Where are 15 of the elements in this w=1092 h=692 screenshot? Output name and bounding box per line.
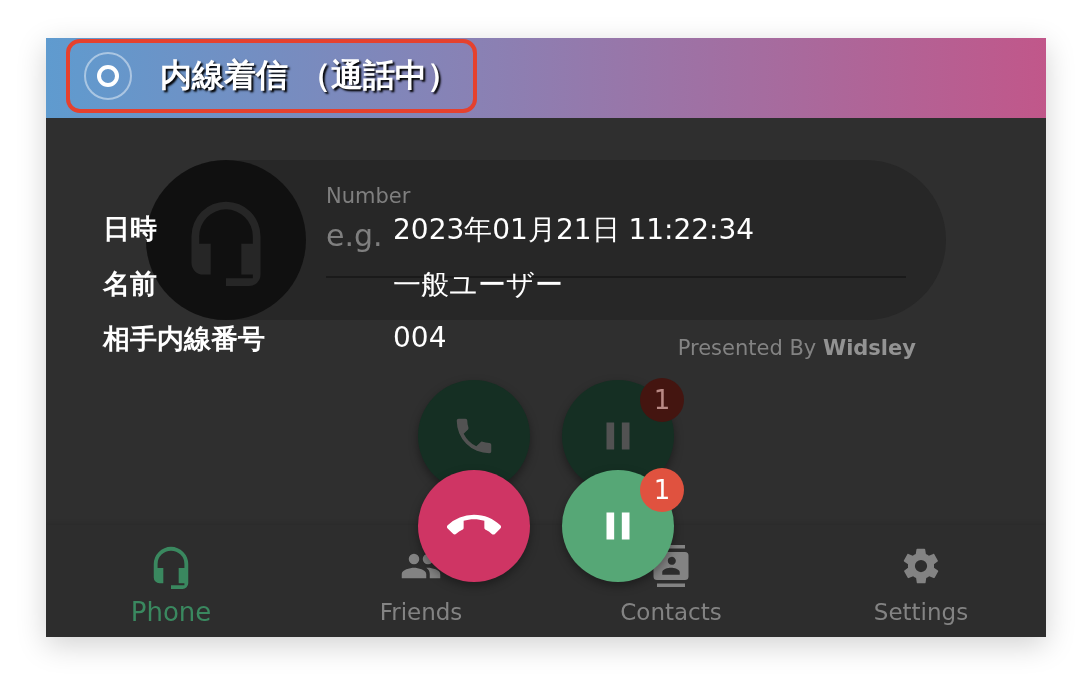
field-label: Number [326,184,411,208]
field-label: 名前 [103,267,157,301]
nav-tab[interactable]: Phone [130,543,212,637]
field-value: 一般ユーザー [393,267,563,303]
window-title: 内線着信 （通話中） [160,55,460,96]
nav-tab[interactable]: Settings [873,545,969,637]
field-value: 2023年01月21日 11:22:34 [393,212,755,248]
credit-text: Presented By Widsley [677,336,916,360]
field-value: 004 [393,321,447,356]
number-input[interactable]: e.g. [326,218,386,253]
count-badge: 1 [640,468,684,512]
status-ring-icon [84,52,132,100]
field-label: 日時 [103,212,157,246]
field-label: 相手内線番号 [103,322,265,356]
count-badge: 1 [640,378,684,422]
